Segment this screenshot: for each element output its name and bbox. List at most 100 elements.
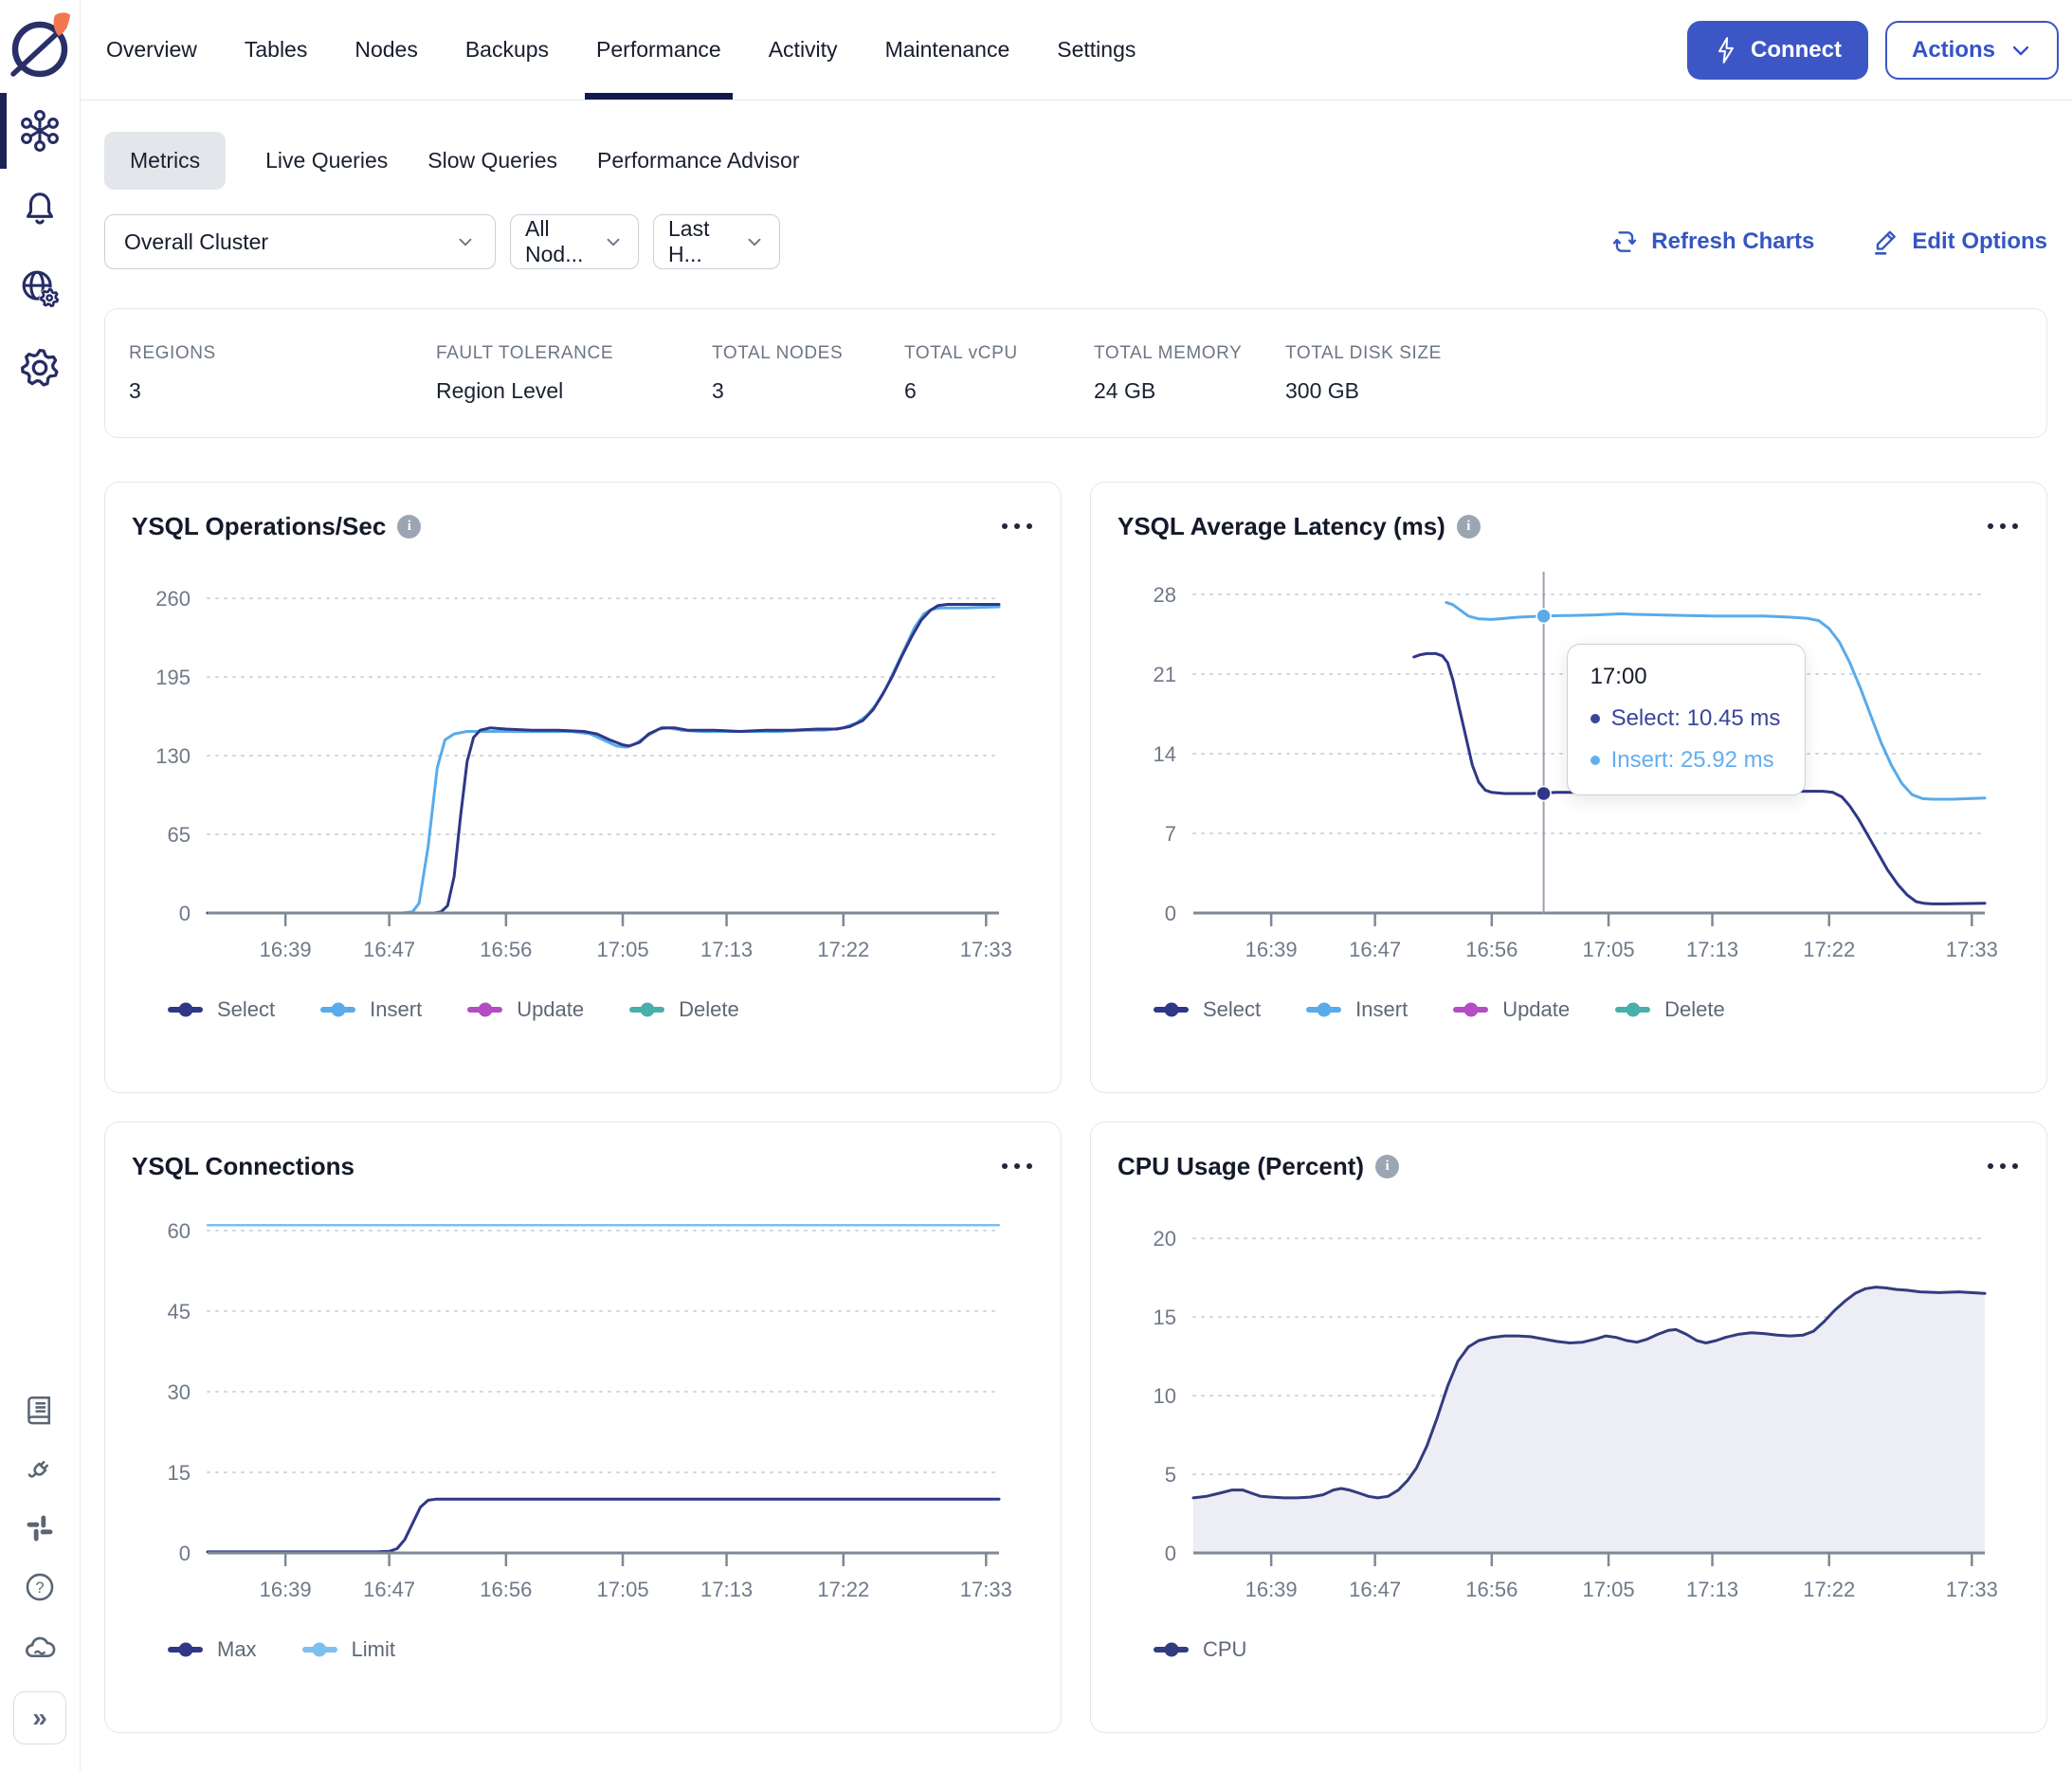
legend-item-insert[interactable]: Insert [320,997,422,1022]
nodes-select[interactable]: All Nod... [510,214,639,269]
chart-svg-ysql-ops: 0 65 130 195 260 16:39 16:47 16:56 17:05 17:13 17:… [155,587,1012,961]
svg-text:60: 60 [168,1219,191,1243]
subtab-slow-queries[interactable]: Slow Queries [427,132,557,190]
svg-text:0: 0 [179,902,191,925]
help-icon: ? [23,1570,57,1604]
chart-menu-ellipsis-icon[interactable] [1000,1158,1034,1175]
cluster-tabs: Overview Tables Nodes Backups Performance Act… [104,0,1137,100]
legend-marker-icon [1453,1002,1489,1017]
svg-text:65: 65 [168,823,191,847]
cluster-select-value: Overall Cluster [124,228,269,254]
performance-subtabs: Metrics Live Queries Slow Queries Performan… [104,132,2047,190]
svg-text:10: 10 [1154,1384,1176,1408]
chart-title: YSQL Connections [132,1151,354,1180]
tab-performance[interactable]: Performance [585,0,733,100]
cluster-summary-card: REGIONS 3 FAULT TOLERANCE Region Level TOTAL… [104,308,2047,438]
svg-text:15: 15 [168,1461,191,1485]
legend-item-select[interactable]: Select [1154,997,1261,1022]
summary-value: 6 [904,377,917,403]
legend-item-limit[interactable]: Limit [301,1637,396,1662]
sidebar-item-cloud-status[interactable] [22,1630,58,1666]
tooltip-time: 17:00 [1590,664,1647,689]
subtab-live-queries[interactable]: Live Queries [265,132,388,190]
refresh-charts-button[interactable]: Refresh Charts [1610,228,1814,256]
legend-marker-icon [1154,1642,1189,1657]
svg-text:14: 14 [1154,742,1176,766]
legend-label: Select [1203,997,1262,1021]
legend-item-cpu[interactable]: CPU [1154,1637,1246,1662]
series-bullet-icon [1590,714,1600,723]
svg-text:0: 0 [1165,902,1176,925]
sidebar-item-alerts-bell[interactable] [0,171,80,248]
summary-total-memory: TOTAL MEMORY 24 GB [1094,343,1285,404]
sidebar-item-help[interactable]: ? [23,1570,57,1604]
yugabyte-logo-icon[interactable] [6,8,74,89]
legend-item-delete[interactable]: Delete [629,997,739,1022]
chart-legend: Max Limit [168,1637,1034,1662]
info-icon[interactable]: i [1375,1154,1400,1178]
actions-button[interactable]: Actions [1884,20,2059,80]
svg-text:?: ? [35,1579,44,1597]
legend-item-update[interactable]: Update [1453,997,1570,1022]
legend-marker-icon [1615,1002,1651,1017]
sidebar-item-cluster[interactable] [0,91,80,171]
legend-marker-icon [629,1002,665,1017]
chart-plot-area: 0 65 130 195 260 16:39 16:47 16:56 17:05 17:13 17:… [132,557,1034,988]
settings-gear-icon [18,346,62,390]
svg-text:16:39: 16:39 [260,1578,312,1601]
sidebar-item-integrations-plug[interactable] [23,1452,57,1487]
chevron-down-icon [744,231,765,252]
expand-sidebar-button[interactable]: » [13,1691,66,1744]
chart-menu-ellipsis-icon[interactable] [1000,518,1034,535]
info-icon[interactable]: i [1456,514,1481,539]
legend-item-select[interactable]: Select [168,997,275,1022]
svg-text:17:13: 17:13 [1686,1578,1738,1601]
sidebar-item-network-access[interactable] [0,248,80,328]
tab-nodes[interactable]: Nodes [353,0,419,100]
sidebar-nav-top [0,91,80,408]
chart-menu-ellipsis-icon[interactable] [1986,518,2020,535]
summary-value: 300 GB [1285,377,1359,403]
legend-item-update[interactable]: Update [467,997,584,1022]
legend-label: Delete [679,997,739,1021]
legend-item-delete[interactable]: Delete [1615,997,1725,1022]
time-range-select[interactable]: Last H... [653,214,780,269]
tab-maintenance[interactable]: Maintenance [883,0,1012,100]
chart-plot-area: 0 5 10 15 20 16:39 16:47 16:56 17:05 17:13 17:22 17… [1118,1196,2020,1628]
tab-tables[interactable]: Tables [243,0,309,100]
chart-menu-ellipsis-icon[interactable] [1986,1158,2020,1175]
tooltip-row-text: Select: 10.45 ms [1610,705,1781,731]
tab-backups[interactable]: Backups [463,0,551,100]
svg-text:16:56: 16:56 [1465,1578,1518,1601]
slack-icon [24,1512,56,1544]
tab-activity[interactable]: Activity [767,0,840,100]
connect-button[interactable]: Connect [1686,20,1868,80]
legend-item-max[interactable]: Max [168,1637,257,1662]
network-access-icon [18,266,62,310]
sidebar-item-slack[interactable] [24,1512,56,1544]
info-icon[interactable]: i [397,514,422,539]
subtab-metrics[interactable]: Metrics [104,132,227,190]
topbar-actions: Connect Actions [1686,20,2059,80]
tab-settings[interactable]: Settings [1055,0,1137,100]
svg-text:17:22: 17:22 [1803,938,1855,961]
sidebar-item-docs-book[interactable] [23,1393,57,1427]
svg-text:16:39: 16:39 [1245,1578,1298,1601]
tab-overview[interactable]: Overview [104,0,199,100]
cluster-select[interactable]: Overall Cluster [104,214,496,269]
svg-text:16:47: 16:47 [1349,1578,1401,1601]
summary-label: TOTAL NODES [712,342,844,363]
lightning-icon [1714,36,1738,64]
edit-options-button[interactable]: Edit Options [1871,228,2047,256]
sidebar-item-settings-gear[interactable] [0,328,80,408]
cluster-topbar: Overview Tables Nodes Backups Performance Act… [81,0,2072,100]
legend-item-insert[interactable]: Insert [1306,997,1408,1022]
chart-svg-cpu-usage: 0 5 10 15 20 16:39 16:47 16:56 17:05 17:13 17:22 17… [1154,1227,1998,1601]
sidebar-nav-bottom: ? » [13,1393,66,1771]
summary-label: TOTAL DISK SIZE [1285,342,1442,363]
legend-label: Limit [351,1637,396,1661]
subtab-performance-advisor[interactable]: Performance Advisor [597,132,799,190]
chart-card-ysql-latency: YSQL Average Latency (ms) i 0 7 14 21 28 16:39 1… [1090,482,2047,1093]
svg-text:16:39: 16:39 [260,938,312,961]
chart-title: CPU Usage (Percent) [1118,1151,1365,1180]
